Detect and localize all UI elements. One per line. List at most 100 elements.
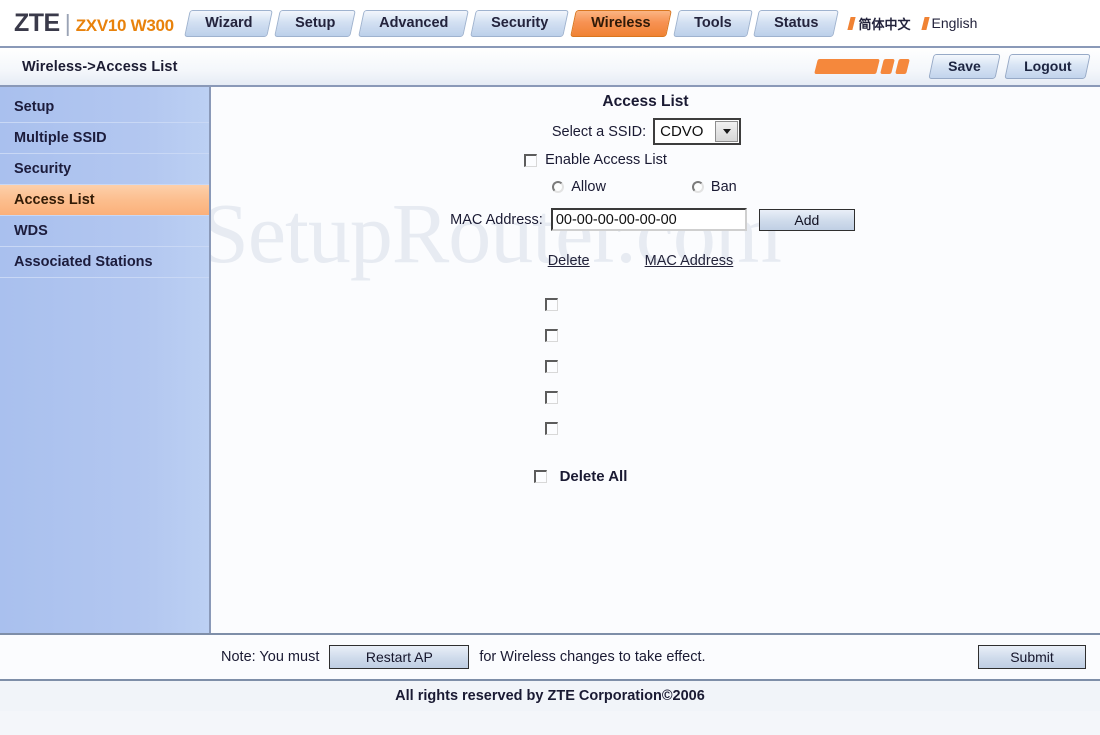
restart-ap-button[interactable]: Restart AP	[329, 645, 470, 669]
bottom-filler	[0, 711, 1100, 733]
table-header-row: Delete MAC Address	[211, 253, 1100, 269]
row-delete-checkbox[interactable]	[545, 422, 558, 435]
column-header-delete[interactable]: Delete	[548, 253, 590, 269]
tab-status-label: Status	[774, 14, 819, 31]
table-row	[545, 351, 558, 382]
row-delete-checkbox[interactable]	[545, 360, 558, 373]
sidebar-item-associated-stations[interactable]: Associated Stations	[0, 247, 209, 278]
enable-access-list-checkbox[interactable]	[524, 153, 538, 167]
table-row	[545, 413, 558, 444]
row-delete-checkbox[interactable]	[545, 391, 558, 404]
note-suffix: for Wireless changes to take effect.	[479, 649, 706, 665]
tab-status[interactable]: Status	[753, 9, 840, 37]
stripe-narrow	[895, 59, 910, 74]
access-list-form: Access List Select a SSID: CDVO Enable A…	[211, 87, 1100, 485]
tab-wireless[interactable]: Wireless	[570, 9, 672, 37]
sidebar: Setup Multiple SSID Security Access List…	[0, 87, 211, 633]
chevron-down-icon[interactable]	[715, 121, 739, 142]
logout-button-label: Logout	[1023, 58, 1072, 74]
decorative-stripes-icon	[814, 59, 910, 74]
mac-address-label: MAC Address:	[450, 211, 543, 228]
delete-all-row: Delete All	[211, 468, 1100, 485]
language-marker-icon	[847, 16, 857, 30]
access-list-table: Delete MAC Address	[211, 253, 1100, 444]
sidebar-item-wds[interactable]: WDS	[0, 216, 209, 247]
tab-advanced-label: Advanced	[378, 14, 448, 31]
allow-radio-label: Allow	[571, 179, 606, 195]
router-admin-page: ZTE | ZXV10 W300 Wizard Setup Advanced S…	[0, 0, 1100, 735]
sidebar-item-setup[interactable]: Setup	[0, 92, 209, 123]
nav-tabs: Wizard Setup Advanced Security Wireless …	[183, 9, 840, 37]
enable-access-list-row: Enable Access List	[211, 152, 1100, 168]
copyright-bar: All rights reserved by ZTE Corporation©2…	[0, 679, 1100, 711]
body-row: Setup Multiple SSID Security Access List…	[0, 87, 1100, 633]
sidebar-item-label: Access List	[14, 192, 95, 208]
breadcrumb-bar: Wireless->Access List Save Logout	[0, 48, 1100, 87]
tab-security[interactable]: Security	[469, 9, 569, 37]
sidebar-item-access-list[interactable]: Access List	[0, 185, 209, 216]
ban-radio-option[interactable]: Ban	[691, 179, 737, 195]
language-english[interactable]: English	[920, 15, 978, 31]
tab-setup[interactable]: Setup	[274, 9, 357, 37]
delete-all-checkbox[interactable]	[533, 470, 547, 483]
add-mac-button[interactable]: Add	[758, 208, 855, 231]
delete-all-label: Delete All	[559, 468, 628, 485]
tab-security-label: Security	[490, 14, 549, 31]
brand-separator: |	[64, 9, 71, 36]
tab-wireless-label: Wireless	[591, 14, 651, 31]
ban-radio[interactable]	[691, 181, 704, 193]
save-button[interactable]: Save	[928, 54, 1001, 79]
tab-tools[interactable]: Tools	[672, 9, 753, 37]
sidebar-item-security[interactable]: Security	[0, 154, 209, 185]
ban-radio-label: Ban	[710, 179, 737, 195]
allow-radio-option[interactable]: Allow	[552, 179, 606, 195]
ssid-selected-value: CDVO	[660, 123, 704, 140]
main-content: SetupRouter.com Access List Select a SSI…	[211, 87, 1100, 633]
footer-note-bar: Note: You must Restart AP for Wireless c…	[0, 633, 1100, 679]
table-row	[545, 289, 558, 320]
page-title: Access List	[602, 93, 689, 110]
mac-address-input[interactable]	[550, 208, 747, 231]
note-prefix: Note: You must	[221, 649, 320, 665]
top-navigation-bar: ZTE | ZXV10 W300 Wizard Setup Advanced S…	[0, 0, 1100, 48]
tab-tools-label: Tools	[693, 14, 732, 31]
language-chinese[interactable]: 简体中文	[847, 14, 911, 33]
footer-note-inner: Note: You must Restart AP for Wireless c…	[211, 645, 1086, 669]
tab-advanced[interactable]: Advanced	[357, 9, 469, 37]
breadcrumb: Wireless->Access List	[22, 58, 178, 75]
row-delete-checkbox[interactable]	[545, 329, 558, 342]
table-body	[211, 289, 1100, 444]
sidebar-item-label: WDS	[14, 223, 48, 239]
ssid-label: Select a SSID:	[551, 123, 647, 140]
sidebar-item-label: Security	[14, 161, 72, 177]
row-delete-checkbox[interactable]	[545, 298, 558, 311]
allow-radio[interactable]	[552, 181, 565, 193]
brand-name: ZTE	[14, 8, 60, 37]
language-switcher: 简体中文 English	[847, 14, 978, 33]
copyright-text: All rights reserved by ZTE Corporation©2…	[395, 688, 705, 704]
mac-address-row: MAC Address: Add	[211, 208, 1100, 231]
breadcrumb-actions: Save Logout	[814, 54, 1091, 79]
sidebar-item-multiple-ssid[interactable]: Multiple SSID	[0, 123, 209, 154]
table-row	[545, 320, 558, 351]
sidebar-item-label: Setup	[14, 99, 55, 115]
language-marker-icon	[920, 16, 930, 30]
mode-radio-row: Allow Ban	[211, 179, 1100, 195]
brand-logo: ZTE | ZXV10 W300	[14, 9, 174, 38]
language-chinese-label: 简体中文	[858, 16, 911, 32]
sidebar-item-label: Multiple SSID	[14, 130, 107, 146]
table-row	[545, 382, 558, 413]
enable-access-list-label: Enable Access List	[545, 152, 667, 168]
ssid-row: Select a SSID: CDVO	[211, 118, 1100, 145]
ssid-select[interactable]: CDVO	[653, 118, 742, 145]
tab-setup-label: Setup	[295, 14, 336, 31]
brand-model: ZXV10 W300	[75, 15, 174, 35]
tab-wizard[interactable]: Wizard	[183, 9, 274, 37]
column-header-mac-address[interactable]: MAC Address	[645, 253, 734, 269]
tab-wizard-label: Wizard	[204, 14, 253, 31]
logout-button[interactable]: Logout	[1003, 54, 1091, 79]
submit-button[interactable]: Submit	[978, 645, 1086, 669]
stripe-narrow	[880, 59, 895, 74]
save-button-label: Save	[947, 58, 981, 74]
language-english-label: English	[931, 15, 978, 31]
